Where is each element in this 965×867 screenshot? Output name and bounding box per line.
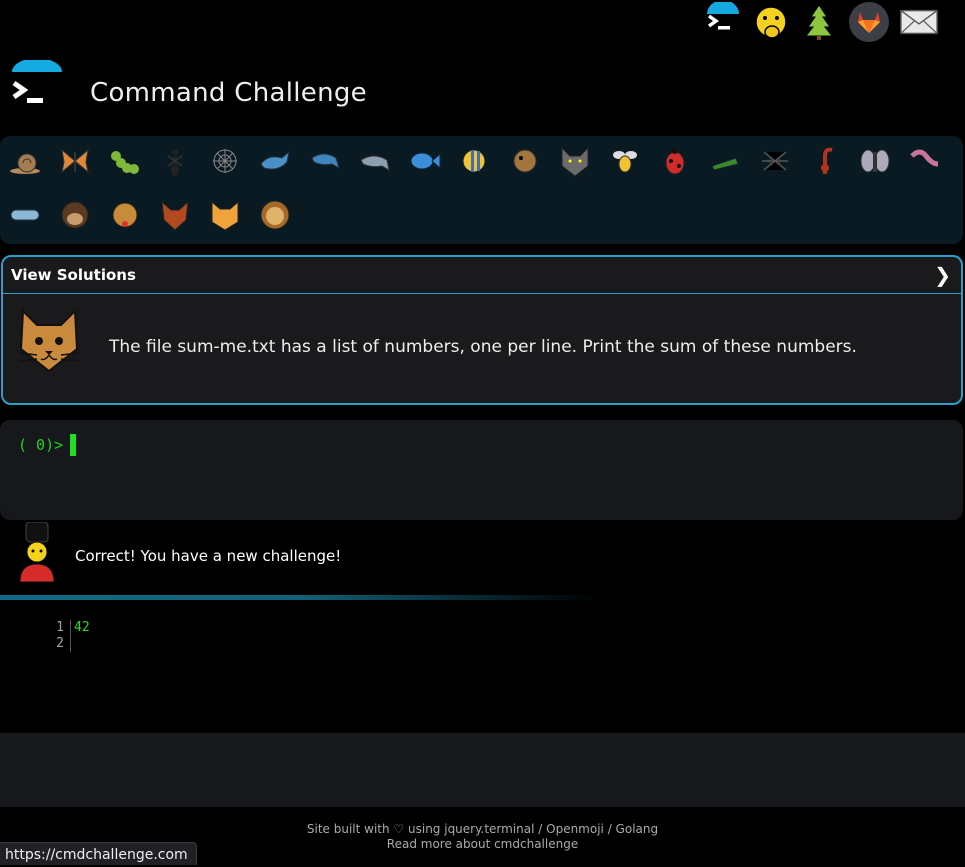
- monkey-icon[interactable]: [58, 198, 92, 232]
- challenge-description: The file sum-me.txt has a list of number…: [109, 337, 857, 357]
- view-solutions-label: View Solutions: [11, 266, 136, 284]
- lion-icon[interactable]: [258, 198, 292, 232]
- spider-web-icon[interactable]: [208, 144, 242, 178]
- about-link[interactable]: Read more about cmdchallenge: [387, 837, 578, 851]
- view-solutions-toggle[interactable]: View Solutions ❯: [3, 257, 961, 294]
- microbe-icon[interactable]: [8, 198, 42, 232]
- terminal-prompt: ( 0)>: [18, 436, 64, 454]
- output-panel: [0, 733, 965, 807]
- gitlab-icon[interactable]: [849, 2, 889, 42]
- page-title: Command Challenge: [90, 78, 367, 108]
- blowfish-icon[interactable]: [508, 144, 542, 178]
- butterfly-icon[interactable]: [58, 144, 92, 178]
- guard-icon: [16, 521, 58, 583]
- line-numbers: 1 2: [40, 620, 71, 652]
- dolphin-icon[interactable]: [358, 144, 392, 178]
- envelope-icon[interactable]: [899, 2, 939, 42]
- evergreen-tree-icon[interactable]: [799, 2, 839, 42]
- scorpion-icon[interactable]: [808, 144, 842, 178]
- footer-sep: /: [534, 822, 547, 836]
- cat-icon[interactable]: [208, 198, 242, 232]
- footer-prefix: Site built with ♡ using: [306, 822, 445, 836]
- golang-link[interactable]: Golang: [616, 822, 659, 836]
- lady-beetle-icon[interactable]: [658, 144, 692, 178]
- top-nav: [705, 0, 965, 48]
- terminal-cursor: [70, 434, 76, 456]
- openmoji-link[interactable]: Openmoji: [546, 822, 604, 836]
- ant-icon[interactable]: [158, 144, 192, 178]
- cat-face-icon: [15, 307, 83, 375]
- divider: [0, 595, 600, 600]
- spider-icon[interactable]: [758, 144, 792, 178]
- fish-icon[interactable]: [408, 144, 442, 178]
- snail-icon[interactable]: [8, 144, 42, 178]
- footer-sep: /: [603, 822, 616, 836]
- terminal-input[interactable]: ( 0)>: [0, 420, 963, 520]
- fly-icon[interactable]: [858, 144, 892, 178]
- wolf-icon[interactable]: [558, 144, 592, 178]
- feedback-message: Correct! You have a new challenge!: [75, 547, 342, 565]
- cricket-icon[interactable]: [708, 144, 742, 178]
- caterpillar-icon[interactable]: [108, 144, 142, 178]
- chevron-right-icon: ❯: [934, 263, 951, 287]
- logo-terminal-icon: [8, 58, 66, 114]
- challenge-animal-bar: [0, 136, 963, 244]
- worm-icon[interactable]: [908, 144, 942, 178]
- dolphin-icon[interactable]: [308, 144, 342, 178]
- jquery-terminal-link[interactable]: jquery.terminal: [444, 822, 534, 836]
- dog-icon[interactable]: [108, 198, 142, 232]
- fox-icon[interactable]: [158, 198, 192, 232]
- code-content: 42: [74, 620, 90, 635]
- hand-over-mouth-icon[interactable]: [751, 2, 791, 42]
- whale-icon[interactable]: [258, 144, 292, 178]
- bee-icon[interactable]: [608, 144, 642, 178]
- challenge-panel: View Solutions ❯ The file sum-me.txt has…: [1, 255, 963, 405]
- tropical-fish-icon[interactable]: [458, 144, 492, 178]
- footer-credits: Site built with ♡ using jquery.terminal …: [0, 822, 965, 837]
- terminal-icon[interactable]: [703, 2, 743, 42]
- status-bar-url: https://cmdchallenge.com: [0, 842, 197, 865]
